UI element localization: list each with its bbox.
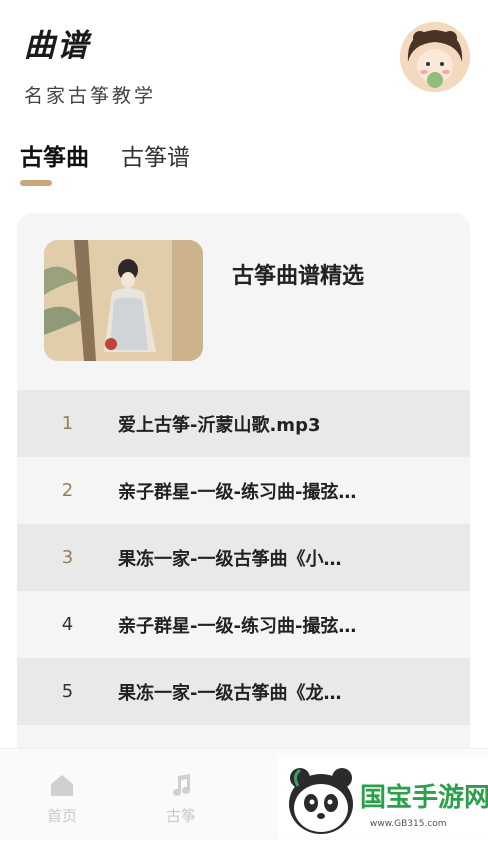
track-number: 3 [61, 547, 74, 568]
playlist-title: 古筝曲谱精选 [232, 264, 365, 289]
track-name: 爱上古筝-沂蒙山歌.mp3 [118, 414, 321, 436]
track-number: 2 [61, 480, 74, 501]
tab-guzheng-scores[interactable]: 古筝谱 [121, 138, 190, 172]
svg-text:国宝手游网: 国宝手游网 [360, 782, 488, 813]
track-number: 5 [61, 681, 74, 702]
track-row[interactable]: 1 爱上古筝-沂蒙山歌.mp3 [17, 390, 470, 457]
nav-home-label: 首页 [46, 807, 77, 825]
header: 曲谱 名家古筝教学 [24, 20, 156, 108]
svg-text:www.GB315.com: www.GB315.com [370, 819, 447, 829]
track-row[interactable]: 4 亲子群星-一级-练习曲-撮弦… [17, 591, 470, 658]
playlist-cover-image[interactable] [44, 240, 203, 361]
track-list: 1 爱上古筝-沂蒙山歌.mp3 2 亲子群星-一级-练习曲-撮弦… 3 果冻一家… [17, 390, 470, 725]
page-title: 曲谱 [24, 28, 90, 64]
track-name: 亲子群星-一级-练习曲-撮弦… [118, 481, 357, 503]
playlist-card: 古筝曲谱精选 1 爱上古筝-沂蒙山歌.mp3 2 亲子群星-一级-练习曲-撮弦…… [17, 213, 470, 773]
page-subtitle: 名家古筝教学 [24, 85, 157, 107]
track-name: 亲子群星-一级-练习曲-撮弦… [118, 615, 357, 637]
track-number: 1 [61, 413, 74, 434]
tab-bar: 古筝曲 古筝谱 [20, 138, 190, 172]
track-row[interactable]: 2 亲子群星-一级-练习曲-撮弦… [17, 457, 470, 524]
watermark-logo: 国宝手游网 www.GB315.com [278, 756, 488, 839]
track-row[interactable]: 3 果冻一家-一级古筝曲《小… [17, 524, 470, 591]
track-number: 4 [61, 614, 74, 635]
track-name: 果冻一家-一级古筝曲《小… [118, 548, 342, 570]
home-icon [32, 773, 92, 801]
tab-guzheng-songs[interactable]: 古筝曲 [20, 138, 89, 172]
track-row[interactable]: 5 果冻一家-一级古筝曲《龙… [17, 658, 470, 725]
nav-guzheng[interactable]: 古筝 [151, 773, 211, 826]
music-note-icon [151, 773, 211, 801]
track-name: 果冻一家-一级古筝曲《龙… [118, 682, 342, 704]
nav-guzheng-label: 古筝 [165, 807, 196, 825]
avatar[interactable] [400, 22, 470, 92]
nav-home[interactable]: 首页 [32, 773, 92, 826]
active-tab-indicator [20, 180, 52, 186]
